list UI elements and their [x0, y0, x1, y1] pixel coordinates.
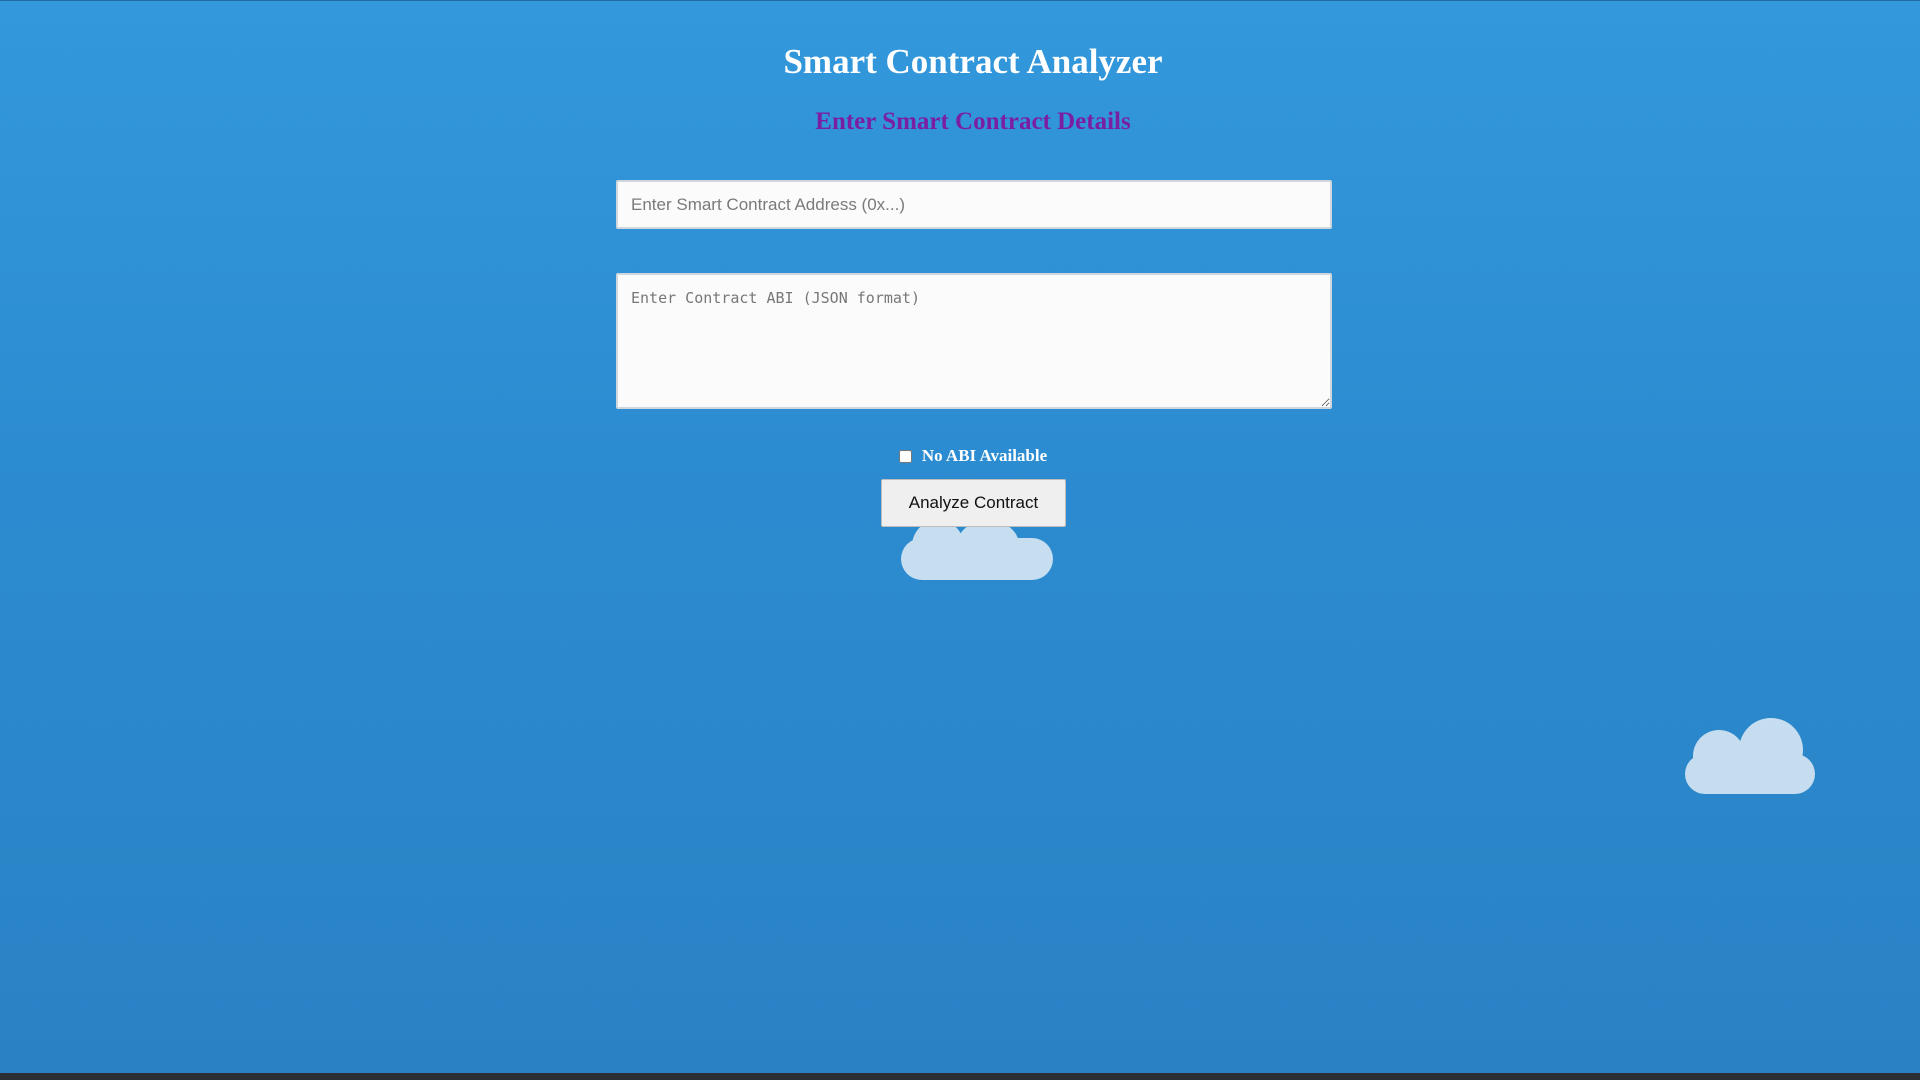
cloud-icon [901, 520, 1053, 582]
top-border [0, 0, 1920, 1]
page-title: Smart Contract Analyzer [783, 42, 1163, 81]
contract-address-input[interactable] [616, 180, 1332, 229]
cloud-icon [1685, 718, 1815, 796]
no-abi-checkbox[interactable] [898, 449, 912, 463]
analyze-contract-button[interactable]: Analyze Contract [881, 479, 1066, 527]
no-abi-row: No ABI Available [0, 446, 1920, 466]
bottom-bar [0, 1073, 1920, 1080]
no-abi-label: No ABI Available [921, 446, 1048, 465]
contract-abi-textarea[interactable] [616, 273, 1332, 409]
section-title: Enter Smart Contract Details [815, 108, 1131, 135]
